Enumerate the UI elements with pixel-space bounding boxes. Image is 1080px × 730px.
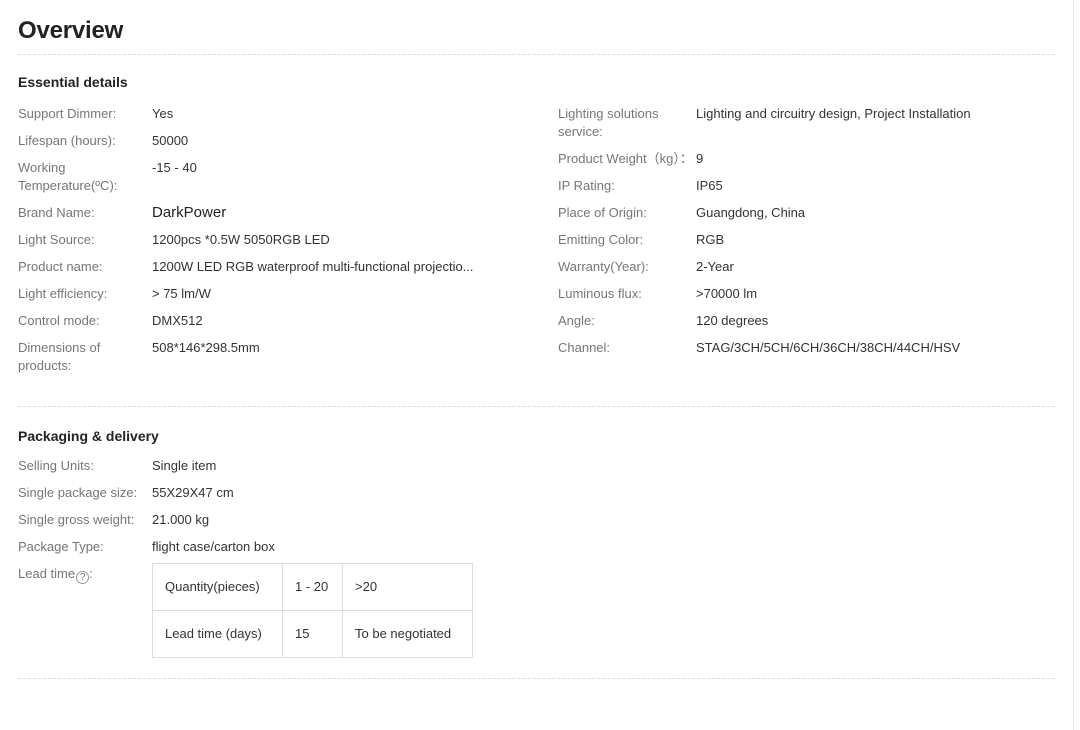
lead-time-cell-days-tier1: 15 (282, 610, 343, 658)
spec-label: Working Temperature(ºC): (18, 160, 118, 193)
table-row: Emitting Color: RGB (558, 231, 1080, 258)
lead-time-cell-quantity-header: Quantity(pieces) (152, 563, 283, 611)
spec-value: 120 degrees (696, 313, 769, 328)
spec-value: Guangdong, China (696, 205, 806, 220)
spec-label: Selling Units: (18, 458, 94, 473)
table-row: Warranty(Year): 2-Year (558, 258, 1080, 285)
spec-value: STAG/3CH/5CH/6CH/36CH/38CH/44CH/HSV (696, 340, 961, 355)
table-row: Working Temperature(ºC): -15 - 40 (18, 159, 558, 204)
lead-time-cell-days-tier2: To be negotiated (342, 610, 473, 658)
spec-value: Yes (152, 106, 174, 121)
spec-label: Warranty(Year): (558, 259, 649, 274)
spec-label: Product name: (18, 259, 103, 274)
table-row: Selling Units: Single item (18, 457, 558, 484)
table-row-lead-time: Lead time?: Quantity(pieces) 1 - 20 >20 (18, 563, 558, 658)
spec-value: IP65 (696, 178, 723, 193)
spec-label: Product Weight（kg）： (558, 151, 693, 166)
section-title-packaging-delivery: Packaging & delivery (18, 428, 159, 444)
table-row: Brand Name: DarkPower (18, 204, 558, 231)
spec-label: Brand Name: (18, 205, 95, 220)
spec-value: 50000 (152, 133, 189, 148)
essential-details-right-table: Lighting solutions service: Lighting and… (558, 105, 1080, 366)
spec-value-lead-time: Quantity(pieces) 1 - 20 >20 Lead time (d… (152, 563, 558, 658)
spec-label: Control mode: (18, 313, 100, 328)
lead-time-cell-quantity-tier1: 1 - 20 (282, 563, 343, 611)
lead-time-cell-days-header: Lead time (days) (152, 610, 283, 658)
section-title-essential-details: Essential details (18, 74, 128, 90)
table-row: Luminous flux: >70000 lm (558, 285, 1080, 312)
spec-label: Angle: (558, 313, 595, 328)
table-row: Single package size: 55X29X47 cm (18, 484, 558, 511)
spec-label: Single gross weight: (18, 512, 135, 527)
packaging-details: Selling Units: Single item Single packag… (18, 457, 558, 658)
spec-value: Single item (152, 458, 217, 473)
lead-time-table: Quantity(pieces) 1 - 20 >20 Lead time (d… (152, 563, 473, 658)
spec-value: flight case/carton box (152, 539, 275, 554)
spec-value: -15 - 40 (152, 160, 197, 175)
lead-time-label-text: Lead time (18, 566, 76, 581)
essential-details-left-column: Support Dimmer: Yes Lifespan (hours): 50… (18, 105, 558, 384)
table-row: Lifespan (hours): 50000 (18, 132, 558, 159)
lead-time-label-colon: : (89, 566, 93, 581)
spec-value: > 75 lm/W (152, 286, 211, 301)
spec-label: Package Type: (18, 539, 104, 554)
table-row: Light Source: 1200pcs *0.5W 5050RGB LED (18, 231, 558, 258)
table-row: Single gross weight: 21.000 kg (18, 511, 558, 538)
table-row: Angle: 120 degrees (558, 312, 1080, 339)
packaging-table: Selling Units: Single item Single packag… (18, 457, 558, 658)
spec-label: Support Dimmer: (18, 106, 117, 121)
table-row: Support Dimmer: Yes (18, 105, 558, 132)
page-title: Overview (18, 17, 124, 44)
table-row: Light efficiency: > 75 lm/W (18, 285, 558, 312)
spec-value-brand-name: DarkPower (152, 204, 227, 221)
spec-value: 1200pcs *0.5W 5050RGB LED (152, 232, 330, 247)
lead-time-header-row: Quantity(pieces) 1 - 20 >20 (152, 563, 473, 611)
table-row: IP Rating: IP65 (558, 177, 1080, 204)
table-row: Product name: 1200W LED RGB waterproof m… (18, 258, 558, 285)
table-row: Channel: STAG/3CH/5CH/6CH/36CH/38CH/44CH… (558, 339, 1080, 366)
lead-time-days-row: Lead time (days) 15 To be negotiated (152, 610, 473, 658)
table-row: Package Type: flight case/carton box (18, 538, 558, 565)
spec-label: Lighting solutions service: (558, 106, 659, 139)
table-row: Lighting solutions service: Lighting and… (558, 105, 1080, 150)
spec-value: 55X29X47 cm (152, 485, 234, 500)
essential-details-right-column: Lighting solutions service: Lighting and… (558, 105, 1080, 384)
spec-value: RGB (696, 232, 725, 247)
overview-page: Overview Essential details Support Dimme… (0, 0, 1080, 730)
spec-label: Dimensions of products: (18, 340, 101, 373)
table-row: Place of Origin: Guangdong, China (558, 204, 1080, 231)
spec-value: DMX512 (152, 313, 203, 328)
table-row: Control mode: DMX512 (18, 312, 558, 339)
lead-time-cell-quantity-tier2: >20 (342, 563, 473, 611)
spec-label: Emitting Color: (558, 232, 644, 247)
spec-value-product-name: 1200W LED RGB waterproof multi-functiona… (152, 259, 474, 274)
spec-label: Lifespan (hours): (18, 133, 116, 148)
spec-value: 508*146*298.5mm (152, 340, 260, 355)
spec-label: Channel: (558, 340, 611, 355)
table-row: Dimensions of products: 508*146*298.5mm (18, 339, 558, 384)
spec-label: Light efficiency: (18, 286, 108, 301)
overview-content: Overview Essential details Support Dimme… (0, 0, 1073, 730)
spec-label: IP Rating: (558, 178, 615, 193)
question-mark-circle-icon[interactable]: ? (76, 571, 90, 584)
spec-value: 2-Year (696, 259, 734, 274)
essential-details-left-table: Support Dimmer: Yes Lifespan (hours): 50… (18, 105, 558, 384)
spec-value: 21.000 kg (152, 512, 210, 527)
spec-label: Light Source: (18, 232, 95, 247)
spec-value: Lighting and circuitry design, Project I… (696, 106, 971, 121)
divider-below-packaging (18, 678, 1055, 679)
spec-value: 9 (696, 151, 704, 166)
spec-label: Single package size: (18, 485, 138, 500)
spec-label: Place of Origin: (558, 205, 647, 220)
table-row: Product Weight（kg）： 9 (558, 150, 1080, 177)
spec-label: Luminous flux: (558, 286, 642, 301)
essential-details-columns: Support Dimmer: Yes Lifespan (hours): 50… (18, 105, 1055, 384)
spec-label-lead-time: Lead time?: (18, 565, 152, 658)
spec-value: >70000 lm (696, 286, 758, 301)
